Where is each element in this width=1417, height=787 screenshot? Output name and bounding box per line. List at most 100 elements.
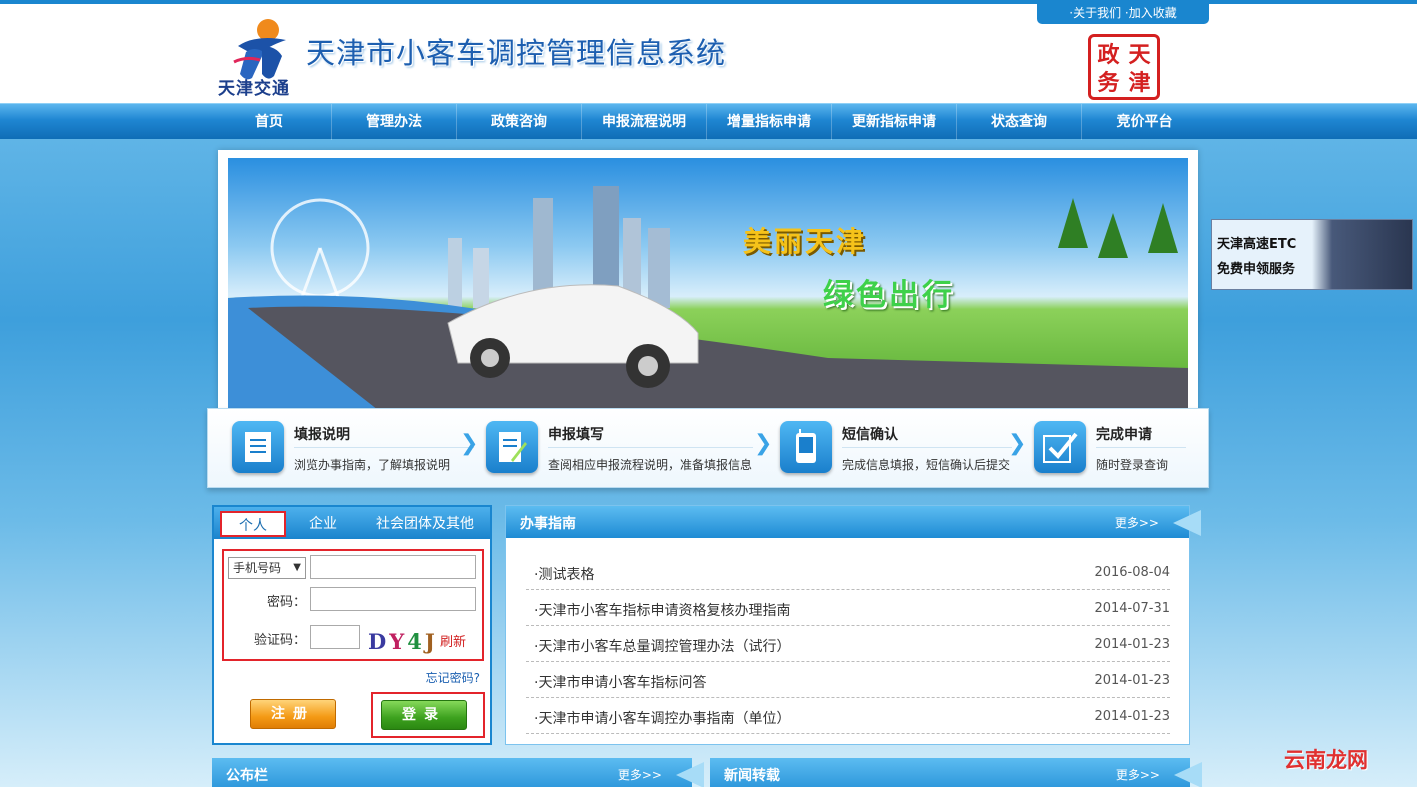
login-button[interactable]: 登录 xyxy=(381,700,467,730)
tab-enterprise[interactable]: 企业 xyxy=(298,511,348,537)
bulletin-title: 公布栏 xyxy=(226,768,268,784)
step-title: 申报填写 xyxy=(548,427,604,443)
top-links: ·关于我们 ·加入收藏 xyxy=(1037,4,1209,24)
step-desc: 随时登录查询 xyxy=(1096,458,1169,472)
nav-item-policy[interactable]: 政策咨询 xyxy=(457,104,582,140)
tab-organization[interactable]: 社会团体及其他 xyxy=(370,511,480,537)
list-item[interactable]: ·天津市小客车指标申请资格复核办理指南 2014-07-31 xyxy=(526,590,1170,626)
id-type-select[interactable]: 手机号码 ▼ xyxy=(228,557,306,579)
about-us-link[interactable]: ·关于我们 xyxy=(1069,6,1121,20)
news-panel-header: 新闻转载 更多>> xyxy=(710,758,1202,787)
nav-item-regulations[interactable]: 管理办法 xyxy=(332,104,457,140)
item-title: ·天津市申请小客车指标问答 xyxy=(534,675,707,691)
ribbon-arrow-icon xyxy=(1173,510,1201,536)
password-input[interactable] xyxy=(310,587,476,611)
item-title: ·天津市小客车总量调控管理办法（试行） xyxy=(534,639,791,655)
main-nav: 首页 管理办法 政策咨询 申报流程说明 增量指标申请 更新指标申请 状态查询 竞… xyxy=(0,103,1417,140)
id-type-selected: 手机号码 xyxy=(233,561,282,575)
forgot-password-link[interactable]: 忘记密码? xyxy=(426,669,480,686)
nav-item-new-quota[interactable]: 增量指标申请 xyxy=(707,104,832,140)
guide-title: 办事指南 xyxy=(520,516,576,532)
chevron-right-icon: ❯ xyxy=(1008,431,1027,456)
password-label: 密码： xyxy=(266,595,306,610)
nav-item-renew-quota[interactable]: 更新指标申请 xyxy=(832,104,957,140)
phone-number-input[interactable] xyxy=(310,555,476,579)
step-desc: 查阅相应申报流程说明，准备填报信息 xyxy=(548,458,753,472)
step-desc: 完成信息填报，短信确认后提交 xyxy=(842,458,1011,472)
guide-header: 办事指南 更多>> xyxy=(506,506,1201,538)
site-title: 天津市小客车调控管理信息系统 xyxy=(306,36,727,70)
nav-item-process[interactable]: 申报流程说明 xyxy=(582,104,707,140)
step-divider xyxy=(294,447,474,448)
login-panel: 个人 企业 社会团体及其他 手机号码 ▼ 密码： 验证码： DY4J 刷新 忘记… xyxy=(212,505,492,745)
item-title: ·天津市小客车指标申请资格复核办理指南 xyxy=(534,603,791,619)
bulletin-panel-header: 公布栏 更多>> xyxy=(212,758,704,787)
seal-char: 务 xyxy=(1097,70,1120,96)
step-fill-form[interactable]: 申报填写 查阅相应申报流程说明，准备填报信息 xyxy=(486,419,756,479)
ribbon-arrow-icon xyxy=(676,762,704,787)
list-item[interactable]: ·天津市小客车总量调控管理办法（试行） 2014-01-23 xyxy=(526,626,1170,662)
item-date: 2014-01-23 xyxy=(1094,637,1170,652)
step-divider xyxy=(1096,447,1186,448)
login-form: 手机号码 ▼ 密码： 验证码： DY4J 刷新 xyxy=(222,549,484,661)
banner-image: 美丽天津 绿色出行 xyxy=(228,158,1188,410)
step-title: 填报说明 xyxy=(294,427,350,443)
page-header: 天津交通 天津市小客车调控管理信息系统 ·关于我们 ·加入收藏 政 天 务 津 xyxy=(0,0,1417,103)
chevron-right-icon: ❯ xyxy=(754,431,773,456)
bulletin-more-link[interactable]: 更多>> xyxy=(618,766,662,783)
dropdown-arrow-icon: ▼ xyxy=(293,562,301,573)
seal-char: 政 xyxy=(1097,42,1120,68)
logo-text: 天津交通 xyxy=(218,79,290,99)
step-title: 短信确认 xyxy=(842,427,898,443)
news-title: 新闻转载 xyxy=(724,768,780,784)
ribbon-arrow-icon xyxy=(1174,762,1202,787)
seal-char: 津 xyxy=(1128,70,1151,96)
nav-item-home[interactable]: 首页 xyxy=(207,104,332,140)
mobile-phone-icon xyxy=(780,421,832,473)
list-item[interactable]: ·天津市申请小客车指标问答 2014-01-23 xyxy=(526,662,1170,698)
guide-panel: 办事指南 更多>> ·测试表格 2016-08-04 ·天津市小客车指标申请资格… xyxy=(505,505,1201,745)
step-complete[interactable]: 完成申请 随时登录查询 xyxy=(1034,419,1204,479)
seal-char: 天 xyxy=(1128,42,1151,68)
document-icon xyxy=(232,421,284,473)
etc-service-ad[interactable]: 天津高速ETC 免费申领服务 xyxy=(1211,219,1413,290)
watermark-logo: 云南龙网 xyxy=(1284,747,1368,772)
banner-scene xyxy=(228,186,1188,410)
login-button-highlight: 登录 xyxy=(371,692,485,738)
banner-frame: 美丽天津 绿色出行 xyxy=(218,150,1198,415)
captcha-char: 4 xyxy=(407,629,425,654)
captcha-image[interactable]: DY4J xyxy=(368,629,438,654)
list-item[interactable]: ·测试表格 2016-08-04 xyxy=(526,554,1170,590)
list-item[interactable]: ·天津市申请小客车调控办事指南（单位） 2014-01-23 xyxy=(526,698,1170,734)
captcha-label: 验证码： xyxy=(253,633,306,648)
captcha-char: Y xyxy=(389,629,408,654)
banner-slogan-1: 美丽天津 xyxy=(743,225,868,258)
checkmark-icon xyxy=(1034,421,1086,473)
item-date: 2014-01-23 xyxy=(1094,673,1170,688)
chevron-right-icon: ❯ xyxy=(460,431,479,456)
refresh-captcha-link[interactable]: 刷新 xyxy=(440,631,466,650)
item-date: 2014-01-23 xyxy=(1094,709,1170,724)
login-tabs: 个人 企业 社会团体及其他 xyxy=(214,507,490,539)
nav-item-auction[interactable]: 竞价平台 xyxy=(1082,104,1207,140)
step-desc: 浏览办事指南，了解填报说明 xyxy=(294,458,451,472)
news-more-link[interactable]: 更多>> xyxy=(1116,766,1160,783)
step-title: 完成申请 xyxy=(1096,427,1152,443)
step-sms-confirm[interactable]: 短信确认 完成信息填报，短信确认后提交 xyxy=(780,419,1012,479)
etc-ad-line1: 天津高速ETC xyxy=(1217,237,1297,252)
register-button[interactable]: 注册 xyxy=(250,699,336,729)
tab-personal[interactable]: 个人 xyxy=(220,511,286,537)
item-title: ·天津市申请小客车调控办事指南（单位） xyxy=(534,711,791,727)
item-date: 2014-07-31 xyxy=(1094,601,1170,616)
step-fill-guide[interactable]: 填报说明 浏览办事指南，了解填报说明 xyxy=(232,419,474,479)
guide-more-link[interactable]: 更多>> xyxy=(1115,514,1159,531)
edit-document-icon xyxy=(486,421,538,473)
add-favorite-link[interactable]: ·加入收藏 xyxy=(1125,6,1177,20)
tianjin-gov-seal-logo[interactable]: 政 天 务 津 xyxy=(1088,34,1160,100)
guide-list: ·测试表格 2016-08-04 ·天津市小客车指标申请资格复核办理指南 201… xyxy=(526,554,1170,734)
captcha-input[interactable] xyxy=(310,625,360,649)
nav-item-status[interactable]: 状态查询 xyxy=(957,104,1082,140)
item-title: ·测试表格 xyxy=(534,567,595,583)
etc-ad-line2: 免费申领服务 xyxy=(1217,262,1296,277)
banner-slogan-2: 绿色出行 xyxy=(823,278,955,313)
